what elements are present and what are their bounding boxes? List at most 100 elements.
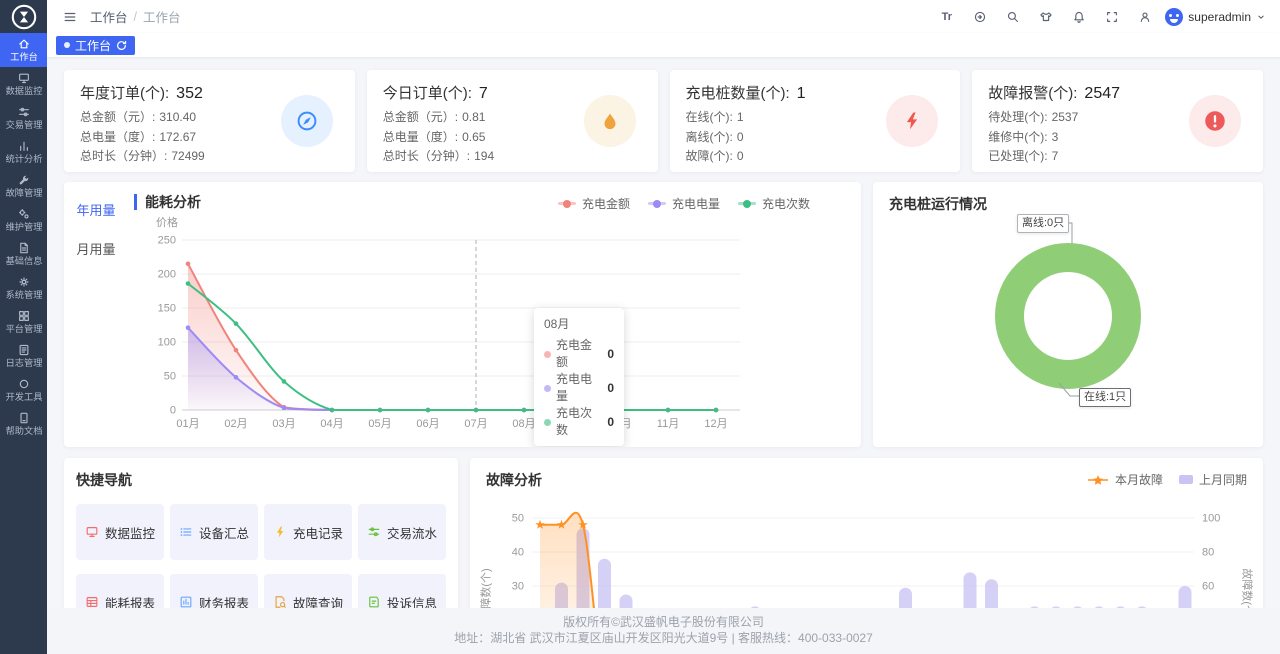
sidebar: 工作台 数据监控 交易管理 统计分析 故障管理 维护管理 — [0, 0, 47, 654]
complaint-doc-icon — [367, 595, 381, 609]
copyright-line: 版权所有©武汉盛帆电子股份有限公司 — [47, 614, 1280, 630]
fault-panel-title: 故障分析 — [486, 470, 542, 490]
legend-item-current-month[interactable]: 本月故障 — [1087, 471, 1163, 488]
svg-text:250: 250 — [158, 235, 176, 247]
svg-text:08月: 08月 — [512, 418, 535, 430]
svg-text:01月: 01月 — [176, 418, 199, 430]
svg-text:0: 0 — [170, 405, 176, 417]
svg-text:60: 60 — [1202, 581, 1214, 593]
sidebar-item-fault-management[interactable]: 故障管理 — [0, 169, 47, 203]
monitor-icon — [85, 525, 99, 539]
svg-text:03月: 03月 — [272, 418, 295, 430]
help-doc-icon — [17, 411, 31, 425]
quicknav-data-monitor-button[interactable]: 数据监控 — [76, 504, 164, 560]
gears-icon — [17, 207, 31, 221]
report-icon — [179, 595, 193, 609]
breadcrumb-item[interactable]: 工作台 — [90, 7, 128, 26]
tabbar: 工作台 — [47, 33, 1280, 57]
svg-text:50: 50 — [164, 371, 176, 383]
header: 工作台 / 工作台 Tr — [47, 0, 1280, 33]
card-title: 充电桩数量(个): — [686, 82, 790, 103]
grid-icon — [17, 309, 31, 323]
star-line-icon — [1087, 474, 1109, 486]
offline-label: 离线:0只 — [1017, 214, 1069, 233]
legend-item-last-month[interactable]: 上月同期 — [1179, 471, 1247, 488]
hamburger-menu-icon[interactable] — [57, 5, 82, 29]
wrench-icon — [17, 173, 31, 187]
sidebar-item-maintenance[interactable]: 维护管理 — [0, 203, 47, 237]
svg-text:06月: 06月 — [416, 418, 439, 430]
tooltip-dot — [544, 385, 551, 392]
sidebar-item-statistics[interactable]: 统计分析 — [0, 135, 47, 169]
monitor-icon — [17, 71, 31, 85]
card-title: 今日订单(个): — [383, 82, 472, 103]
svg-text:价格: 价格 — [156, 215, 178, 229]
card-title: 故障报警(个): — [988, 82, 1077, 103]
lightning-icon — [886, 95, 938, 147]
compass-icon — [281, 95, 333, 147]
home-icon — [17, 37, 31, 51]
sidebar-item-help-docs[interactable]: 帮助文档 — [0, 407, 47, 441]
sliders-icon — [17, 105, 31, 119]
fault-legend: 本月故障 上月同期 — [1087, 471, 1247, 488]
quicknav-charging-records-button[interactable]: 充电记录 — [264, 504, 352, 560]
legend-line-icon — [648, 202, 666, 205]
sidebar-item-platform-management[interactable]: 平台管理 — [0, 305, 47, 339]
alert-icon — [1189, 95, 1241, 147]
refresh-icon[interactable] — [116, 40, 127, 51]
svg-text:11月: 11月 — [657, 418, 679, 430]
sidebar-item-system-management[interactable]: 系统管理 — [0, 271, 47, 305]
footer: 版权所有©武汉盛帆电子股份有限公司 地址：湖北省 武汉市江夏区庙山开发区阳光大道… — [47, 608, 1280, 654]
sidebar-item-basic-info[interactable]: 基础信息 — [0, 237, 47, 271]
tooltip-dot — [544, 419, 551, 426]
card-title: 年度订单(个): — [80, 82, 169, 103]
app-logo — [0, 0, 47, 33]
avatar — [1165, 8, 1183, 26]
app-window: 工作台 数据监控 交易管理 统计分析 故障管理 维护管理 — [0, 0, 1280, 654]
today-orders-card: 今日订单(个):7 总金额（元）:0.81 总电量（度）:0.65 总时长（分钟… — [367, 70, 658, 172]
bell-icon[interactable] — [1066, 5, 1091, 29]
guide-icon[interactable] — [967, 5, 992, 29]
sidebar-item-log-management[interactable]: 日志管理 — [0, 339, 47, 373]
ring-icon — [17, 377, 31, 391]
sliders-icon — [367, 525, 381, 539]
log-icon — [17, 343, 31, 357]
document-icon — [17, 241, 31, 255]
card-value: 7 — [479, 85, 488, 103]
sidebar-item-data-monitor[interactable]: 数据监控 — [0, 67, 47, 101]
list-icon — [179, 525, 193, 539]
search-icon[interactable] — [1000, 5, 1025, 29]
font-size-icon[interactable]: Tr — [934, 5, 959, 29]
user-menu[interactable]: superadmin — [1165, 8, 1266, 26]
stat-cards-row: 年度订单(个):352 总金额（元）:310.40 总电量（度）:172.67 … — [64, 70, 1263, 172]
theme-icon[interactable] — [1033, 5, 1058, 29]
sidebar-item-transaction-management[interactable]: 交易管理 — [0, 101, 47, 135]
gear-icon — [17, 275, 31, 289]
tab-workbench[interactable]: 工作台 — [56, 36, 135, 55]
svg-text:100: 100 — [1202, 513, 1220, 525]
energy-line-chart[interactable]: 050100150200250价格01月02月03月04月05月06月07月08… — [130, 208, 846, 440]
pile-status-donut-chart[interactable] — [873, 206, 1263, 444]
energy-period-tabs: 年用量 月用量 — [64, 190, 128, 268]
droplet-icon — [584, 95, 636, 147]
fullscreen-icon[interactable] — [1099, 5, 1124, 29]
tooltip-dot — [544, 351, 551, 358]
charging-piles-card: 充电桩数量(个):1 在线(个):1 离线(个):0 故障(个):0 — [670, 70, 961, 172]
bar-chart-icon — [17, 139, 31, 153]
quicknav-device-summary-button[interactable]: 设备汇总 — [170, 504, 258, 560]
address-line: 地址：湖北省 武汉市江夏区庙山开发区阳光大道9号 | 客服热线：400-033-… — [47, 630, 1280, 647]
tab-year-usage[interactable]: 年用量 — [64, 190, 128, 229]
card-value: 2547 — [1084, 85, 1120, 103]
sidebar-item-dev-tools[interactable]: 开发工具 — [0, 373, 47, 407]
legend-line-icon — [558, 202, 576, 205]
svg-text:80: 80 — [1202, 547, 1214, 559]
tab-month-usage[interactable]: 月用量 — [64, 229, 128, 268]
breadcrumb: 工作台 / 工作台 — [90, 7, 181, 26]
tab-active-dot — [64, 42, 70, 48]
hourglass-logo-icon — [10, 3, 38, 31]
quicknav-transaction-flow-button[interactable]: 交易流水 — [358, 504, 446, 560]
profile-icon[interactable] — [1132, 5, 1157, 29]
energy-analysis-panel: 年用量 月用量 能耗分析 充电金额 充电电量 充电次数 050100150200… — [64, 182, 861, 447]
svg-text:100: 100 — [158, 337, 176, 349]
sidebar-item-workbench[interactable]: 工作台 — [0, 33, 47, 67]
